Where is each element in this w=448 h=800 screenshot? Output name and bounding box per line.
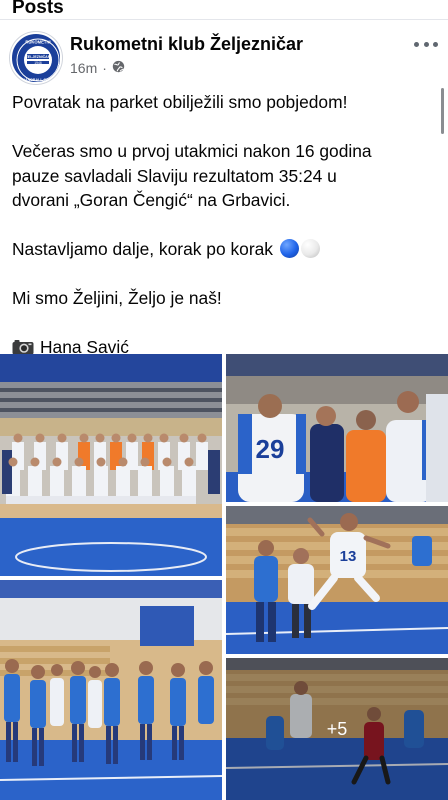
meta-separator-dot: · xyxy=(102,60,107,76)
section-title: Posts xyxy=(12,0,64,18)
logo-top-text: RUKOMETNI xyxy=(25,40,50,45)
post-text-line: Mi smo Željini, Željo je naš! xyxy=(12,288,222,308)
more-photos-count[interactable]: +5 xyxy=(226,658,448,800)
scrollbar[interactable] xyxy=(441,88,444,134)
club-logo-avatar[interactable]: ŽELJEZNIČAR 1946 RUKOMETNI HANDBALL CLUB xyxy=(10,32,62,84)
post-text: Povratak na parket obilježili smo pobjed… xyxy=(12,90,430,362)
post-text-line: Nastavljamo dalje, korak po korak xyxy=(12,237,430,262)
photo-team-group[interactable] xyxy=(0,354,222,576)
post-text-line: dvorani „Goran Čengić“ na Grbavici. xyxy=(12,190,291,210)
logo-year: 1946 xyxy=(34,61,42,65)
blue-circle-emoji xyxy=(279,239,299,258)
post-text-line: Povratak na parket obilježili smo pobjed… xyxy=(12,92,348,112)
more-options-icon[interactable] xyxy=(414,36,438,52)
logo-mid-text: ŽELJEZNIČAR xyxy=(26,54,51,59)
post-meta: 16m · xyxy=(70,60,125,76)
posts-section-header: Posts xyxy=(0,0,448,20)
globe-icon xyxy=(112,60,125,76)
post-text-line: pauze savladali Slaviju rezultatom 35:24… xyxy=(12,165,337,186)
photo-more-overlay[interactable]: +5 xyxy=(226,658,448,800)
post-text-segment: Nastavljamo dalje, korak po korak xyxy=(12,239,273,259)
photo-team-huddle[interactable]: 29 xyxy=(226,354,448,502)
jersey-number-13: 13 xyxy=(340,548,357,565)
photo-team-lineup[interactable] xyxy=(0,580,222,800)
post-text-line: Večeras smo u prvoj utakmici nakon 16 go… xyxy=(12,141,372,161)
logo-bottom-text: HANDBALL CLUB xyxy=(23,78,54,82)
post-author-name[interactable]: Rukometni klub Željezničar xyxy=(70,34,303,55)
photo-match-action[interactable]: 13 xyxy=(226,506,448,654)
jersey-number-29: 29 xyxy=(256,434,285,464)
post-time[interactable]: 16m xyxy=(70,60,97,76)
post-header: ŽELJEZNIČAR 1946 RUKOMETNI HANDBALL CLUB… xyxy=(0,26,448,84)
white-circle-emoji xyxy=(300,239,320,258)
club-logo: ŽELJEZNIČAR 1946 RUKOMETNI HANDBALL CLUB xyxy=(13,35,60,82)
